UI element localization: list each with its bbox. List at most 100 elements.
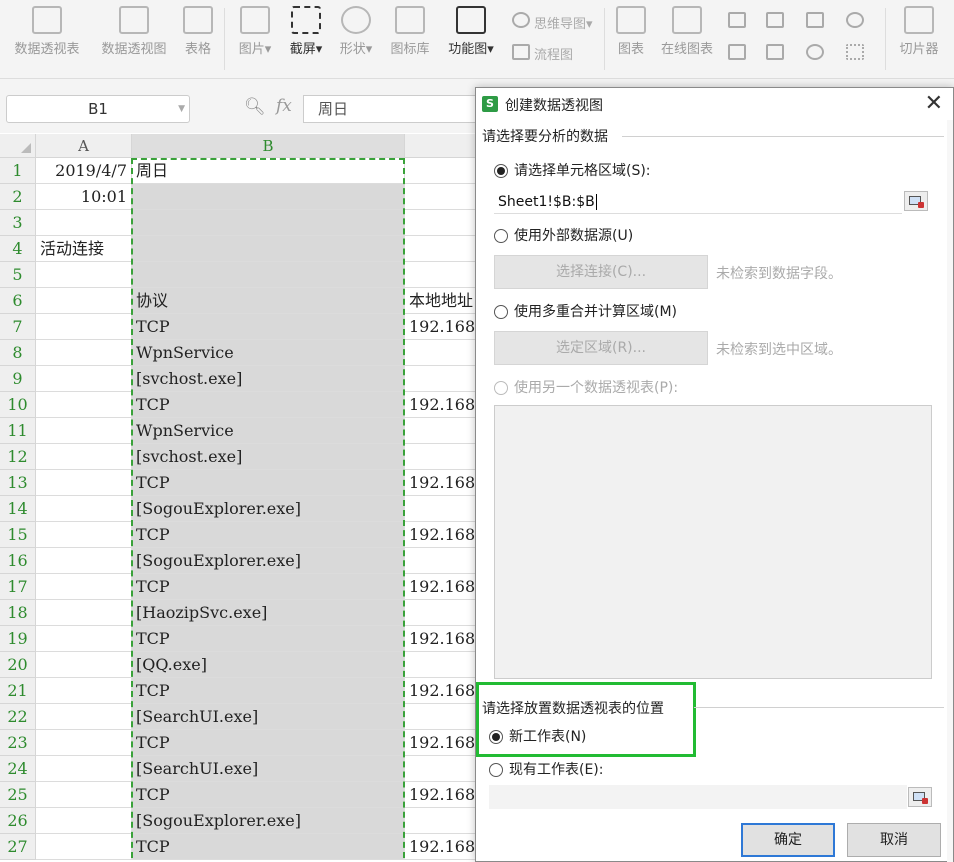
cell-b[interactable]: TCP [132, 392, 405, 418]
cell-b[interactable]: [HaozipSvc.exe] [132, 600, 405, 626]
cell-c[interactable]: 192.168 [405, 626, 480, 652]
row-header[interactable]: 13 [0, 470, 36, 496]
row-header[interactable]: 27 [0, 834, 36, 860]
name-box[interactable]: B1 ▼ [6, 95, 190, 123]
row-header[interactable]: 7 [0, 314, 36, 340]
close-icon[interactable]: ✕ [925, 91, 943, 116]
function-chart-button[interactable]: 功能图▾ [444, 6, 498, 57]
cell-a[interactable] [36, 600, 132, 626]
stock-chart-icon[interactable] [766, 44, 784, 60]
zoom-icon[interactable]: 🔍︎ [244, 97, 266, 117]
scatter-chart-icon[interactable] [846, 44, 864, 60]
table-button[interactable]: 表格 [181, 6, 215, 57]
cell-b[interactable]: [svchost.exe] [132, 444, 405, 470]
cell-b[interactable]: [QQ.exe] [132, 652, 405, 678]
bar-chart-icon[interactable] [766, 12, 784, 28]
ok-button[interactable]: 确定 [741, 823, 835, 857]
cell-b[interactable]: 协议 [132, 288, 405, 314]
column-header-b[interactable]: B [132, 134, 405, 158]
pivot-chart-button[interactable]: 数据透视图 [95, 6, 173, 57]
cell-c[interactable]: 192.168 [405, 834, 480, 860]
cell-a[interactable] [36, 522, 132, 548]
radio-unchecked-icon[interactable] [489, 763, 503, 777]
cell-a[interactable] [36, 314, 132, 340]
cell-b[interactable] [132, 210, 405, 236]
chart-button[interactable]: 图表 [614, 6, 648, 57]
row-header[interactable]: 5 [0, 262, 36, 288]
radio-unchecked-icon[interactable] [494, 229, 508, 243]
screenshot-button[interactable]: 截屏▾ [285, 6, 327, 57]
mindmap-button[interactable]: 思维导图▾ [534, 13, 593, 32]
row-header[interactable]: 4 [0, 236, 36, 262]
row-header[interactable]: 19 [0, 626, 36, 652]
row-header[interactable]: 11 [0, 418, 36, 444]
cell-b[interactable] [132, 236, 405, 262]
cell-a[interactable] [36, 418, 132, 444]
row-header[interactable]: 1 [0, 158, 36, 184]
icon-library-button[interactable]: 图标库 [386, 6, 434, 57]
cell-a[interactable]: 10:01 [36, 184, 132, 210]
column-chart-icon[interactable] [728, 12, 746, 28]
cell-c[interactable] [405, 236, 480, 262]
slicer-button[interactable]: 切片器 [895, 6, 943, 57]
shape-button[interactable]: 形状▾ [335, 6, 377, 57]
cell-b[interactable]: WpnService [132, 418, 405, 444]
cell-b[interactable]: TCP [132, 470, 405, 496]
cell-a[interactable] [36, 340, 132, 366]
row-header[interactable]: 25 [0, 782, 36, 808]
row-header[interactable]: 9 [0, 366, 36, 392]
radio-checked-icon[interactable] [494, 164, 508, 178]
range-picker-icon[interactable] [904, 191, 928, 211]
cancel-button[interactable]: 取消 [847, 823, 941, 857]
cell-c[interactable]: 192.168 [405, 470, 480, 496]
row-header[interactable]: 16 [0, 548, 36, 574]
radio-disabled-icon[interactable] [494, 381, 508, 395]
row-header[interactable]: 2 [0, 184, 36, 210]
pivot-table-button[interactable]: 数据透视表 [8, 6, 86, 57]
cell-b[interactable]: [SogouExplorer.exe] [132, 808, 405, 834]
cell-a[interactable] [36, 756, 132, 782]
row-header[interactable]: 12 [0, 444, 36, 470]
active-cell[interactable]: 周日 [132, 158, 405, 184]
cell-a[interactable] [36, 470, 132, 496]
cell-a[interactable]: 活动连接 [36, 236, 132, 262]
row-header[interactable]: 18 [0, 600, 36, 626]
radio-existing-sheet[interactable]: 现有工作表(E): [489, 759, 604, 779]
cell-c[interactable] [405, 340, 480, 366]
row-header[interactable]: 3 [0, 210, 36, 236]
cell-c[interactable]: 192.168 [405, 782, 480, 808]
row-header[interactable]: 14 [0, 496, 36, 522]
cell-c[interactable] [405, 496, 480, 522]
cell-a[interactable] [36, 288, 132, 314]
radio-multi-consolidation[interactable]: 使用多重合并计算区域(M) [494, 301, 677, 321]
cell-a[interactable] [36, 574, 132, 600]
cell-c[interactable]: 192.168 [405, 392, 480, 418]
dialog-scrollbar[interactable] [947, 120, 953, 862]
cell-a[interactable] [36, 834, 132, 860]
cell-c[interactable] [405, 600, 480, 626]
select-all-corner[interactable] [0, 134, 36, 158]
choose-connection-button[interactable]: 选择连接(C)... [494, 255, 708, 289]
formula-input[interactable]: 周日 [303, 95, 483, 123]
cell-c[interactable] [405, 366, 480, 392]
radio-other-pivot[interactable]: 使用另一个数据透视表(P): [494, 377, 678, 397]
cell-a[interactable] [36, 626, 132, 652]
cell-b[interactable]: [SogouExplorer.exe] [132, 548, 405, 574]
row-header[interactable]: 17 [0, 574, 36, 600]
cell-b[interactable]: TCP [132, 834, 405, 860]
row-header[interactable]: 22 [0, 704, 36, 730]
cell-a[interactable] [36, 496, 132, 522]
row-header[interactable]: 15 [0, 522, 36, 548]
pivot-table-list[interactable] [494, 405, 932, 679]
row-header[interactable]: 10 [0, 392, 36, 418]
picture-button[interactable]: 图片▾ [234, 6, 276, 57]
row-header[interactable]: 23 [0, 730, 36, 756]
line-chart-icon[interactable] [806, 12, 824, 28]
radio-checked-icon[interactable] [489, 730, 503, 744]
row-header[interactable]: 24 [0, 756, 36, 782]
cell-a[interactable] [36, 262, 132, 288]
range-picker-icon[interactable] [908, 787, 932, 807]
area-chart-icon[interactable] [728, 44, 746, 60]
cell-c[interactable]: 192.168 [405, 574, 480, 600]
cell-a[interactable] [36, 366, 132, 392]
